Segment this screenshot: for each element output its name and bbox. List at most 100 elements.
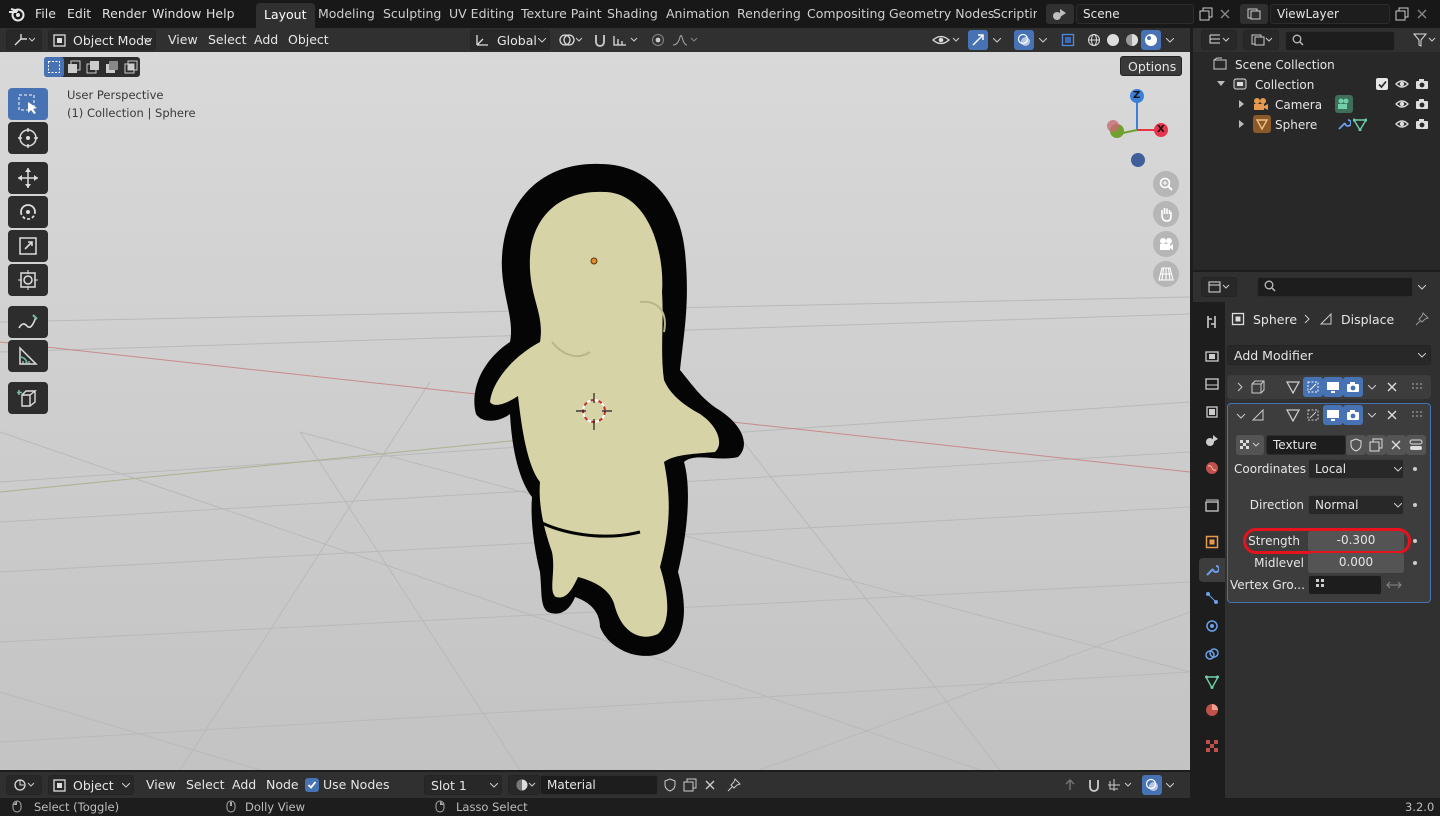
texture-properties-icon[interactable] [1406,435,1426,455]
texture-tab-icon[interactable] [1199,734,1225,758]
use-nodes-checkbox[interactable] [305,778,319,792]
output-tab-icon[interactable] [1199,372,1225,396]
pan-hand-icon[interactable] [1153,201,1179,227]
modifier-panel-collapsed[interactable] [1227,375,1431,399]
object-visibility-icon[interactable] [930,30,964,50]
keyframe-dot-icon[interactable] [1413,503,1417,507]
camera-data-icon[interactable] [1335,95,1353,113]
workspace-tab-scripting[interactable]: Scripting [993,6,1037,21]
view-layer-selector-icon[interactable] [1240,4,1268,24]
workspace-tab-sculpting[interactable]: Sculpting [383,6,441,21]
outliner-search-input[interactable] [1285,31,1395,51]
overlays-icon[interactable] [1014,30,1034,50]
chevron-down-icon[interactable] [1368,413,1376,418]
workspace-tab-texture-paint[interactable]: Texture Paint [521,6,602,21]
material-preview-icon[interactable] [1122,30,1142,50]
snap-increment-icon[interactable] [610,30,642,50]
outliner-row-sphere[interactable]: Sphere [1193,114,1440,134]
menu-select[interactable]: Select [208,32,247,47]
3d-viewport[interactable]: Options User Perspective (1) Collection … [0,52,1190,770]
menu-object[interactable]: Object [288,32,329,47]
workspace-tab-layout[interactable]: Layout [256,3,315,28]
workspace-tab-animation[interactable]: Animation [666,6,730,21]
select-box-tool-icon[interactable] [8,88,48,120]
chevron-down-icon[interactable] [1039,38,1047,43]
camera-view-icon[interactable] [1153,231,1179,257]
node-menu-node[interactable]: Node [266,777,299,792]
delete-view-layer-icon[interactable] [1412,4,1432,24]
chevron-down-icon[interactable] [1368,385,1376,390]
scene-tab-icon[interactable] [1199,428,1225,452]
annotate-tool-icon[interactable] [8,306,48,338]
fake-user-shield-icon[interactable] [660,775,680,795]
render-camera-icon[interactable] [1415,98,1429,110]
on-cage-toggle-icon[interactable] [1303,377,1323,397]
zoom-icon[interactable] [1153,171,1179,197]
texture-browse-icon[interactable] [1236,435,1264,455]
solid-shading-icon[interactable] [1103,30,1123,50]
constraints-tab-icon[interactable] [1199,642,1225,666]
menu-window[interactable]: Window [152,6,201,21]
modifier-wrench-icon[interactable] [1337,117,1351,131]
filter-icon[interactable] [1411,30,1439,50]
workspace-tab-shading[interactable]: Shading [607,6,658,21]
viewport-display-toggle-icon[interactable] [1323,405,1343,425]
object-tab-icon[interactable] [1199,530,1225,554]
vertex-group-field[interactable] [1308,575,1382,595]
viewport-scene[interactable] [0,52,1190,770]
menu-edit[interactable]: Edit [67,6,91,21]
node-snap-icon[interactable] [1084,775,1104,795]
select-new-icon[interactable] [44,57,64,77]
proportional-editing-icon[interactable] [648,30,668,50]
direction-dropdown[interactable]: Normal [1308,495,1404,515]
pin-icon[interactable] [724,775,744,795]
edit-mode-toggle-icon[interactable] [1283,405,1303,425]
coordinates-dropdown[interactable]: Local [1308,459,1404,479]
expand-arrow-icon[interactable] [1217,81,1225,87]
menu-render[interactable]: Render [102,6,147,21]
move-tool-icon[interactable] [8,162,48,194]
keyframe-dot-icon[interactable] [1413,561,1417,565]
workspace-tab-compositing[interactable]: Compositing [807,6,885,21]
workspace-tab-geometry-nodes[interactable]: Geometry Nodes [889,6,994,21]
proportional-falloff-icon[interactable] [670,30,700,50]
tool-tab-icon[interactable] [1199,310,1225,334]
scale-tool-icon[interactable] [8,230,48,262]
properties-editor-type-icon[interactable] [1201,277,1237,297]
texture-name-field[interactable]: Texture [1266,435,1346,455]
view-layer-name-field[interactable]: ViewLayer [1270,4,1390,24]
viewport-gizmos-icon[interactable] [968,30,988,50]
menu-add[interactable]: Add [254,32,278,47]
new-view-layer-icon[interactable] [1392,4,1412,24]
viewport-display-toggle-icon[interactable] [1323,377,1343,397]
node-menu-view[interactable]: View [146,777,176,792]
outliner-editor-type-icon[interactable] [1201,30,1237,50]
pin-icon[interactable] [1415,312,1429,326]
eye-icon[interactable] [1395,78,1409,90]
outliner-row-scene-collection[interactable]: Scene Collection [1193,54,1440,74]
display-mode-icon[interactable] [1243,30,1279,50]
material-browse-icon[interactable] [508,775,540,795]
editor-type-node-icon[interactable] [6,775,42,795]
perspective-toggle-icon[interactable] [1153,261,1179,287]
menu-view[interactable]: View [168,32,198,47]
workspace-tab-uv-editing[interactable]: UV Editing [449,6,514,21]
fake-user-shield-icon[interactable] [1346,435,1366,455]
unlink-material-icon[interactable] [700,775,720,795]
eye-icon[interactable] [1395,98,1409,110]
select-subtract-icon[interactable] [83,57,103,77]
parent-node-tree-icon[interactable] [1060,775,1080,795]
on-cage-toggle-icon[interactable] [1303,405,1323,425]
add-modifier-dropdown[interactable]: Add Modifier [1227,345,1431,365]
drag-handle-icon[interactable] [1412,383,1424,391]
collection-exclude-checkbox[interactable] [1376,78,1388,90]
keyframe-dot-icon[interactable] [1413,467,1417,471]
snap-toggle-icon[interactable] [590,30,610,50]
edit-mode-toggle-icon[interactable] [1283,377,1303,397]
modifier-tab-icon[interactable] [1199,558,1225,582]
data-tab-icon[interactable] [1199,670,1225,694]
menu-file[interactable]: File [35,6,56,21]
outliner-row-camera[interactable]: Camera [1193,94,1440,114]
node-snap-mode-icon[interactable] [1106,775,1136,795]
render-toggle-icon[interactable] [1343,377,1363,397]
